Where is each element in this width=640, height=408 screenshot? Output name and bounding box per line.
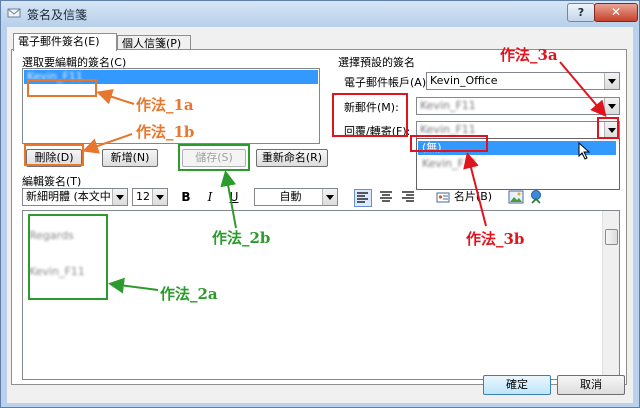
align-right-icon[interactable] <box>400 189 416 205</box>
highlight-signature-item <box>27 79 97 97</box>
highlight-delete-button <box>24 144 84 166</box>
envelope-icon <box>7 8 21 18</box>
bold-button[interactable]: B <box>178 188 194 206</box>
annotation-2b: 作法_2b <box>212 229 271 247</box>
email-account-select[interactable]: Kevin_Office <box>426 72 620 90</box>
font-color-select[interactable]: 自動 <box>254 188 338 206</box>
editor-scrollbar[interactable] <box>602 211 619 379</box>
email-account-label: 電子郵件帳戶(A): <box>344 76 430 89</box>
highlight-save-button <box>178 144 250 171</box>
font-size-select[interactable]: 12 <box>132 188 168 206</box>
insert-hyperlink-icon[interactable] <box>528 189 544 205</box>
new-button[interactable]: 新增(N) <box>102 149 158 167</box>
business-card-button[interactable]: 名片(B) <box>450 188 496 206</box>
annotation-1a: 作法_1a <box>136 96 194 114</box>
highlight-none-option <box>410 135 488 152</box>
edit-signature-label: 編輯簽名(T) <box>22 175 82 188</box>
underline-button[interactable]: U <box>226 188 242 206</box>
tab-email-signature[interactable]: 電子郵件簽名(E) <box>13 33 117 51</box>
chevron-down-icon[interactable] <box>604 98 619 114</box>
new-messages-select[interactable]: Kevin_F11 <box>416 97 620 115</box>
font-select[interactable]: 新細明體 (本文中 <box>22 188 128 206</box>
highlight-dropdown-arrow <box>597 117 619 139</box>
chevron-down-icon[interactable] <box>112 189 127 205</box>
signature-editor[interactable]: Regards Kevin_F11 <box>22 210 620 380</box>
rename-button[interactable]: 重新命名(R) <box>256 149 328 167</box>
font-size-value: 12 <box>136 190 150 203</box>
mouse-cursor-icon <box>578 142 591 160</box>
chevron-down-icon[interactable] <box>604 73 619 89</box>
window-title: 簽名及信箋 <box>27 8 88 22</box>
align-center-icon[interactable] <box>378 189 394 205</box>
help-button[interactable]: ? <box>567 3 595 22</box>
formatting-toolbar: 新細明體 (本文中 12 B I U 自動 名片(B) <box>22 188 620 208</box>
annotation-2a: 作法_2a <box>160 285 218 303</box>
annotation-3a: 作法_3a <box>500 46 558 64</box>
title-bar[interactable]: 簽名及信箋 ? ✕ <box>1 1 639 25</box>
close-button[interactable]: ✕ <box>594 3 638 22</box>
default-signature-group-label: 選擇預設的簽名 <box>338 56 415 69</box>
scrollbar-thumb[interactable] <box>605 229 618 245</box>
insert-picture-icon[interactable] <box>508 189 524 205</box>
highlight-default-labels <box>332 93 408 137</box>
font-value: 新細明體 (本文中 <box>26 190 111 203</box>
business-card-icon <box>436 192 450 203</box>
annotation-3b: 作法_3b <box>466 230 525 248</box>
email-account-value: Kevin_Office <box>430 74 498 87</box>
ok-button[interactable]: 確定 <box>483 375 551 395</box>
chevron-down-icon[interactable] <box>322 189 337 205</box>
highlight-signature-content <box>28 214 108 300</box>
annotation-1b: 作法_1b <box>136 123 195 141</box>
cancel-button[interactable]: 取消 <box>557 375 625 395</box>
chevron-down-icon[interactable] <box>152 189 167 205</box>
new-messages-value: Kevin_F11 <box>420 99 476 112</box>
italic-button[interactable]: I <box>202 188 218 206</box>
dropdown-option-signature[interactable]: Kevin_F11 <box>422 157 478 171</box>
align-left-icon[interactable] <box>354 189 372 207</box>
